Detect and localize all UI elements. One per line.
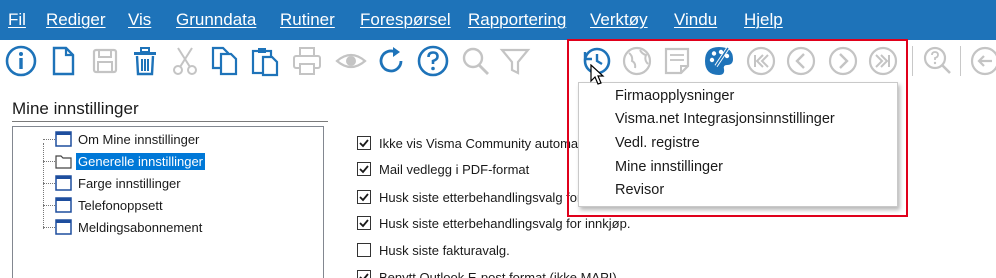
- tree-connector: [43, 183, 55, 184]
- setting-checkbox[interactable]: [357, 162, 371, 176]
- panel-divider: [12, 121, 328, 122]
- menu-verktoy[interactable]: Verktøy: [590, 10, 648, 30]
- setting-checkbox[interactable]: [357, 216, 371, 230]
- tree-item-meldingsabonnement[interactable]: Meldingsabonnement: [55, 217, 204, 237]
- menu-rediger[interactable]: Rediger: [46, 10, 106, 30]
- checkmark-icon: [359, 139, 369, 148]
- setting-checkbox[interactable]: [357, 136, 371, 150]
- mouse-cursor-icon: [590, 64, 605, 85]
- toolbar-separator: [960, 46, 961, 76]
- setting-label: Benytt Outlook E-post format (ikke MAPI): [379, 269, 617, 278]
- setting-checkbox[interactable]: [357, 190, 371, 204]
- tree-item-label: Farge innstillinger: [78, 175, 181, 191]
- menu-rutiner[interactable]: Rutiner: [280, 10, 335, 30]
- tree-connector: [43, 227, 55, 228]
- settings-tree: Om Mine innstillinger Generelle innstill…: [12, 126, 324, 278]
- tree-connector: [43, 205, 55, 206]
- checkmark-icon: [359, 165, 369, 174]
- delete-icon[interactable]: [128, 44, 162, 78]
- tree-item-generelle-innstillinger[interactable]: Generelle innstillinger: [55, 151, 206, 171]
- help-icon[interactable]: [416, 44, 450, 78]
- tree-item-label: Om Mine innstillinger: [78, 131, 200, 147]
- tree-item-telefonoppsett[interactable]: Telefonoppsett: [55, 195, 165, 215]
- app-window: Fil Rediger Vis Grunndata Rutiner Foresp…: [0, 0, 996, 278]
- menu-vindu[interactable]: Vindu: [674, 10, 717, 30]
- setting-checkbox[interactable]: [357, 270, 371, 278]
- setting-row: Benytt Outlook E-post format (ikke MAPI): [357, 268, 617, 278]
- menu-vis[interactable]: Vis: [128, 10, 151, 30]
- setting-label: Mail vedlegg i PDF-format: [379, 161, 530, 177]
- paste-icon[interactable]: [248, 44, 282, 78]
- checkmark-icon: [359, 219, 369, 228]
- info-icon[interactable]: [4, 44, 38, 78]
- context-help-icon[interactable]: [920, 44, 954, 78]
- tree-connector: [43, 161, 55, 162]
- menu-foresporsel[interactable]: Forespørsel: [360, 10, 451, 30]
- folder-icon: [55, 155, 72, 169]
- setting-label: Husk siste etterbehandlingsvalg for: [379, 189, 582, 205]
- toolbar-separator: [912, 46, 913, 76]
- setting-checkbox[interactable]: [357, 243, 371, 257]
- page-icon: [55, 219, 72, 235]
- setting-row: Husk siste etterbehandlingsvalg for: [357, 188, 581, 206]
- checkmark-icon: [359, 273, 369, 278]
- new-document-icon[interactable]: [46, 44, 80, 78]
- setting-row: Husk siste fakturavalg.: [357, 241, 510, 259]
- setting-row: Mail vedlegg i PDF-format: [357, 160, 529, 178]
- print-icon[interactable]: [290, 44, 324, 78]
- tree-item-label: Generelle innstillinger: [76, 152, 206, 170]
- panel-title: Mine innstillinger: [12, 99, 139, 118]
- search-icon[interactable]: [458, 44, 492, 78]
- preview-icon[interactable]: [334, 44, 368, 78]
- cut-icon[interactable]: [168, 44, 202, 78]
- back-icon[interactable]: [966, 44, 996, 78]
- menu-bar: Fil Rediger Vis Grunndata Rutiner Foresp…: [0, 0, 996, 40]
- setting-row: Ikke vis Visma Community automat: [357, 134, 582, 152]
- setting-label: Husk siste etterbehandlingsvalg for innk…: [379, 215, 631, 231]
- highlight-box: [567, 39, 908, 217]
- menu-rapportering[interactable]: Rapportering: [468, 10, 566, 30]
- tree-item-farge-innstillinger[interactable]: Farge innstillinger: [55, 173, 183, 193]
- tree-connector: [43, 143, 44, 229]
- copy-icon[interactable]: [208, 44, 242, 78]
- filter-icon[interactable]: [498, 44, 532, 78]
- checkmark-icon: [359, 193, 369, 202]
- refresh-icon[interactable]: [374, 44, 408, 78]
- tree-item-om-mine-innstillinger[interactable]: Om Mine innstillinger: [55, 129, 201, 149]
- menu-grunndata[interactable]: Grunndata: [176, 10, 256, 30]
- menu-hjelp[interactable]: Hjelp: [744, 10, 783, 30]
- setting-label: Husk siste fakturavalg.: [379, 242, 510, 258]
- menu-fil[interactable]: Fil: [8, 10, 26, 30]
- page-icon: [55, 175, 72, 191]
- page-icon: [55, 131, 72, 147]
- tree-item-label: Meldingsabonnement: [78, 219, 203, 235]
- save-icon[interactable]: [88, 44, 122, 78]
- page-icon: [55, 197, 72, 213]
- setting-label: Ikke vis Visma Community automat: [379, 135, 582, 151]
- tree-connector: [43, 139, 55, 140]
- tree-item-label: Telefonoppsett: [78, 197, 163, 213]
